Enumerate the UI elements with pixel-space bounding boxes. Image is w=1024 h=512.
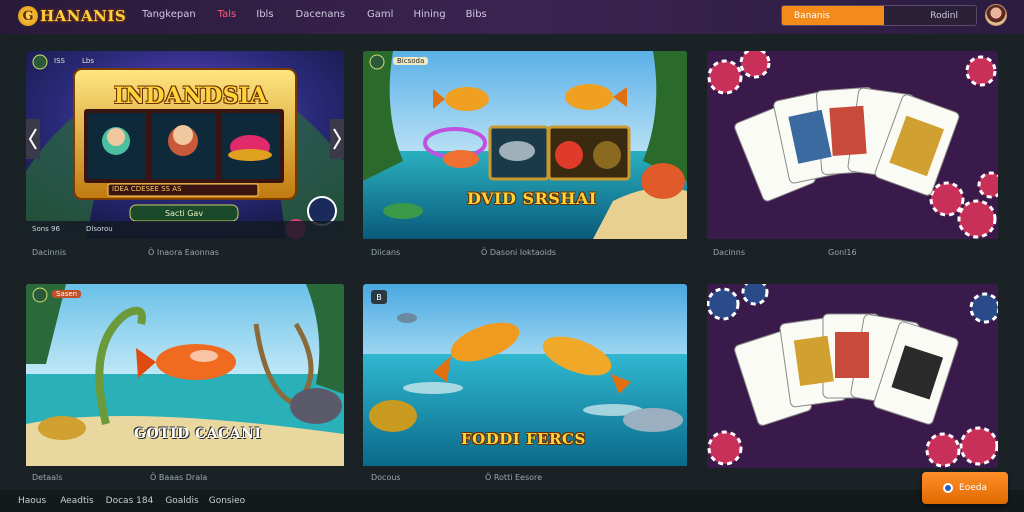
card-subcaption: Ö Inaora Eaonnas [148, 248, 219, 257]
footer-link-gonsieo[interactable]: Gonsieo [209, 496, 245, 506]
card-caption: Docous [371, 473, 401, 482]
card-caption: Dacinns [713, 248, 745, 257]
game-badge: ISS [54, 57, 65, 65]
card-caption: Detaals [32, 473, 63, 482]
user-avatar[interactable] [985, 4, 1007, 26]
game-card-slot[interactable]: INDANDSIA IDEA CDESEE SS AS Sacti Gav IS… [26, 51, 344, 265]
game-title: DVID SRSHAI [467, 189, 597, 208]
footer-link-goaldis[interactable]: Goaldis [165, 496, 198, 506]
nav-item-ibls[interactable]: Ibls [256, 9, 273, 20]
game-thumbnail [707, 51, 998, 239]
site-logo[interactable]: G HANANIS [18, 4, 126, 28]
game-card-fishing[interactable]: DVID SRSHAI Bicsoda Diicans Ö Dasoni Iok… [363, 51, 687, 265]
nav-item-tangkepan[interactable]: Tangkepan [142, 9, 196, 20]
game-thumbnail [707, 284, 998, 468]
game-badge: B [371, 290, 387, 304]
game-badge: Sasen [52, 290, 82, 298]
card-caption: Dacinnis [32, 248, 67, 257]
search-bar: Bananis Rodinl [781, 5, 977, 26]
game-thumbnail: GOTID CACANI Sasen [26, 284, 344, 466]
fishing-artwork [363, 51, 687, 239]
game-badge-secondary: Lbs [82, 57, 94, 65]
game-badge: Bicsoda [393, 57, 429, 65]
game-thumbnail: DVID SRSHAI Bicsoda [363, 51, 687, 239]
game-thumbnail: INDANDSIA IDEA CDESEE SS AS Sacti Gav IS… [26, 51, 344, 239]
nav-item-gaml[interactable]: Gaml [367, 9, 393, 20]
game-title: GOTID CACANI [134, 426, 262, 442]
card-subcaption: Gonl16 [828, 248, 857, 257]
card-subcaption: Ö Dasoni Ioktaoids [481, 248, 557, 257]
search-input[interactable]: Rodinl [884, 6, 976, 25]
game-card-hook[interactable]: GOTID CACANI Sasen Detaals Ö Baaas Drala [26, 284, 344, 484]
game-status-secondary: Dlsorou [86, 225, 113, 233]
card-subcaption: Ö Rotti Eesore [485, 473, 543, 482]
poker-artwork-2 [707, 284, 998, 468]
search-button[interactable]: Bananis [782, 6, 884, 25]
floating-action-button[interactable]: Eoeda [922, 472, 1008, 504]
game-card-poker-2[interactable] [707, 284, 998, 468]
card-subcaption: Ö Baaas Drala [150, 473, 208, 482]
nav-item-tals[interactable]: Tals [218, 9, 237, 20]
game-card-jumping-fish[interactable]: FODDI FERCS B Docous Ö Rotti Eesore [363, 284, 687, 484]
footer-link-docas[interactable]: Docas 184 [106, 496, 154, 506]
logo-mark: G [18, 6, 38, 26]
game-title: INDANDSIA [114, 83, 268, 109]
game-title: FODDI FERCS [461, 430, 586, 448]
panel-label: IDEA CDESEE SS AS [112, 185, 182, 193]
nav-item-hining[interactable]: Hining [413, 9, 445, 20]
play-button[interactable]: Sacti Gav [130, 205, 238, 221]
poker-artwork [707, 51, 998, 239]
game-status: Sons 96 [32, 225, 60, 233]
game-card-poker[interactable]: Dacinns Gonl16 [707, 51, 998, 265]
main-nav: Tangkepan Tals Ibls Dacenans Gaml Hining… [142, 9, 487, 20]
top-navigation-bar: G HANANIS Tangkepan Tals Ibls Dacenans G… [0, 0, 1024, 34]
footer-link-aeadtis[interactable]: Aeadtis [60, 496, 93, 506]
chat-icon [943, 483, 954, 493]
card-caption: Diicans [371, 248, 401, 257]
footer-bar: Haous Aeadtis Docas 184 Goaldis Gonsieo [0, 490, 1024, 512]
game-thumbnail: FODDI FERCS B [363, 284, 687, 466]
nav-item-dacenans[interactable]: Dacenans [296, 9, 346, 20]
cta-label: Eoeda [959, 483, 987, 493]
logo-text: HANANIS [40, 7, 127, 25]
footer-link-haous[interactable]: Haous [18, 496, 46, 506]
nav-item-bibs[interactable]: Bibs [466, 9, 487, 20]
